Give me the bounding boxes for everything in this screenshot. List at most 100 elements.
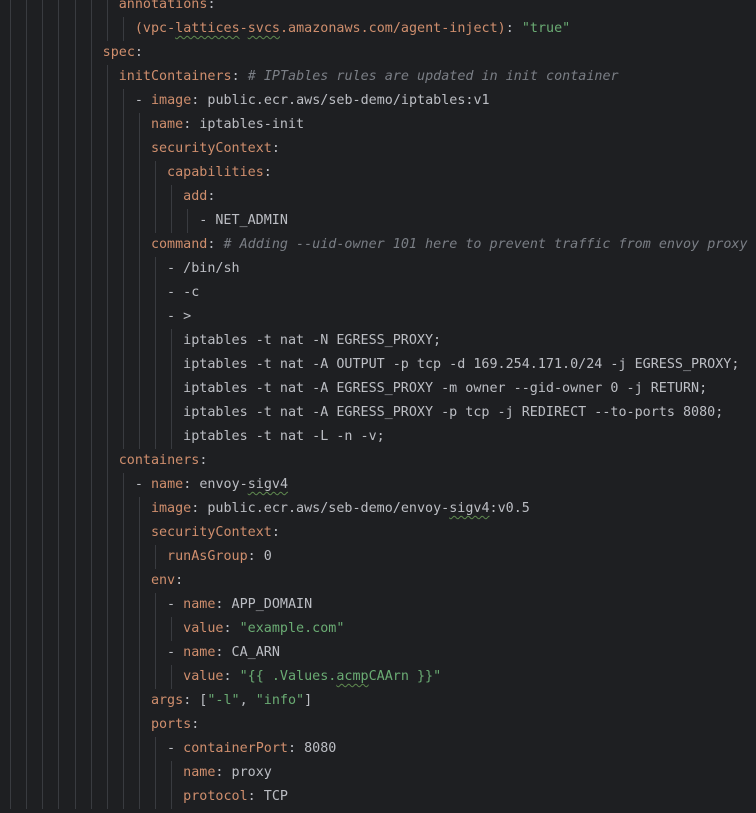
code-token: (vpc-lattices-svcs.amazonaws.com/agent-i… bbox=[134, 21, 506, 36]
code-token: : bbox=[223, 669, 240, 684]
code-line[interactable]: add: bbox=[183, 185, 215, 209]
code-line[interactable]: (vpc-lattices-svcs.amazonaws.com/agent-i… bbox=[135, 17, 570, 41]
code-line[interactable]: iptables -t nat -A EGRESS_PROXY -p tcp -… bbox=[183, 401, 723, 425]
code-token: iptables -t nat -A OUTPUT -p tcp -d 169.… bbox=[183, 357, 740, 372]
code-token: - bbox=[167, 261, 184, 276]
indent-guide bbox=[123, 17, 124, 41]
code-token: command bbox=[150, 237, 208, 252]
code-token: value bbox=[183, 669, 224, 684]
code-line[interactable]: - name: envoy-sigv4 bbox=[135, 473, 288, 497]
code-line[interactable]: - name: CA_ARN bbox=[167, 641, 280, 665]
code-line[interactable]: securityContext: bbox=[151, 521, 280, 545]
code-line[interactable]: image: public.ecr.aws/seb-demo/envoy-sig… bbox=[151, 497, 530, 521]
code-token: : bbox=[191, 717, 200, 732]
code-token: initContainers bbox=[118, 69, 232, 84]
code-line[interactable]: runAsGroup: 0 bbox=[167, 545, 272, 569]
code-token: name bbox=[183, 597, 216, 612]
code-token: "example.com" bbox=[239, 621, 345, 636]
indent-guide bbox=[75, 0, 76, 809]
code-line[interactable]: value: "{{ .Values.acmpCAArn }}" bbox=[183, 665, 441, 689]
code-line[interactable]: annotations: bbox=[119, 0, 216, 17]
code-token: name bbox=[150, 117, 184, 132]
code-line[interactable]: - image: public.ecr.aws/seb-demo/iptable… bbox=[135, 89, 490, 113]
code-line[interactable]: env: bbox=[151, 569, 183, 593]
code-token: - bbox=[134, 477, 151, 492]
indent-guide bbox=[155, 593, 156, 689]
code-token: 0 bbox=[263, 549, 272, 564]
code-token: : bbox=[271, 525, 280, 540]
code-line[interactable]: command: # Adding --uid-owner 101 here t… bbox=[151, 233, 756, 257]
code-token: protocol bbox=[183, 789, 248, 804]
code-token: # IPTables rules are updated in init con… bbox=[247, 69, 619, 84]
code-token: : bbox=[134, 45, 143, 60]
code-token: : bbox=[183, 117, 200, 132]
indent-guide bbox=[171, 185, 172, 233]
code-line[interactable]: iptables -t nat -A OUTPUT -p tcp -d 169.… bbox=[183, 353, 739, 377]
code-editor[interactable]: annotations: (vpc-lattices-svcs.amazonaws… bbox=[0, 0, 756, 813]
code-line[interactable]: initContainers: # IPTables rules are upd… bbox=[119, 65, 619, 89]
code-token: value bbox=[183, 621, 224, 636]
code-line[interactable]: capabilities: bbox=[167, 161, 272, 185]
code-token: : bbox=[191, 93, 208, 108]
code-token: : bbox=[215, 765, 232, 780]
code-line[interactable]: args: ["-l", "info"] bbox=[151, 689, 312, 713]
code-line[interactable]: - > bbox=[167, 305, 191, 329]
code-token: name bbox=[183, 765, 216, 780]
code-token: : bbox=[175, 573, 184, 588]
indent-guide bbox=[26, 0, 27, 809]
code-token: securityContext bbox=[150, 141, 272, 156]
code-line[interactable]: protocol: TCP bbox=[183, 785, 288, 809]
code-line[interactable]: spec: bbox=[103, 41, 143, 65]
code-token: ports bbox=[150, 717, 192, 732]
code-line[interactable]: securityContext: bbox=[151, 137, 280, 161]
code-token: , bbox=[239, 693, 256, 708]
code-token: public.ecr.aws/seb-demo/envoy-sigv4:v0.5 bbox=[207, 501, 530, 516]
code-line[interactable]: - containerPort: 8080 bbox=[167, 737, 336, 761]
code-token: iptables -t nat -L -n -v; bbox=[183, 429, 385, 444]
indent-guide bbox=[91, 0, 92, 809]
code-token: proxy bbox=[231, 765, 272, 780]
code-token: iptables -t nat -N EGRESS_PROXY; bbox=[183, 333, 442, 348]
code-line[interactable]: iptables -t nat -A EGRESS_PROXY -m owner… bbox=[183, 377, 707, 401]
code-line[interactable]: containers: bbox=[119, 449, 208, 473]
indent-guide bbox=[107, 0, 108, 41]
indent-guide bbox=[42, 0, 43, 809]
code-token: : [ bbox=[183, 693, 208, 708]
indent-guide bbox=[171, 617, 172, 641]
code-line[interactable]: - name: APP_DOMAIN bbox=[167, 593, 312, 617]
code-token: iptables -t nat -A EGRESS_PROXY -p tcp -… bbox=[183, 405, 724, 420]
code-line[interactable]: value: "example.com" bbox=[183, 617, 344, 641]
code-token: : bbox=[215, 597, 232, 612]
indent-guide bbox=[107, 65, 108, 809]
code-token: # Adding --uid-owner 101 here to prevent… bbox=[223, 237, 756, 252]
code-token: - bbox=[167, 309, 184, 324]
code-token: : bbox=[191, 501, 208, 516]
code-token: NET_ADMIN bbox=[215, 213, 288, 228]
code-token: containers bbox=[118, 453, 200, 468]
indent-guide bbox=[155, 161, 156, 233]
indent-guide bbox=[171, 665, 172, 689]
code-token: envoy-sigv4 bbox=[199, 477, 289, 492]
code-line[interactable]: name: iptables-init bbox=[151, 113, 304, 137]
indent-guide bbox=[155, 737, 156, 809]
indent-guide bbox=[10, 0, 11, 809]
code-token: TCP bbox=[263, 789, 288, 804]
code-line[interactable]: - -c bbox=[167, 281, 199, 305]
code-token: securityContext bbox=[150, 525, 272, 540]
code-token: - bbox=[167, 741, 184, 756]
code-line[interactable]: name: proxy bbox=[183, 761, 272, 785]
code-token: 8080 bbox=[304, 741, 337, 756]
indent-guide bbox=[155, 257, 156, 449]
code-token: : bbox=[207, 0, 216, 12]
code-line[interactable]: iptables -t nat -L -n -v; bbox=[183, 425, 385, 449]
code-line[interactable]: - NET_ADMIN bbox=[199, 209, 288, 233]
code-line[interactable]: - /bin/sh bbox=[167, 257, 240, 281]
code-token: : bbox=[207, 237, 224, 252]
code-token: : bbox=[263, 165, 272, 180]
code-token: "-l" bbox=[207, 693, 240, 708]
indent-guide bbox=[123, 473, 124, 809]
code-token: - bbox=[134, 93, 151, 108]
code-line[interactable]: iptables -t nat -N EGRESS_PROXY; bbox=[183, 329, 441, 353]
code-line[interactable]: ports: bbox=[151, 713, 199, 737]
code-token: "{{ .Values.acmpCAArn }}" bbox=[239, 669, 442, 684]
